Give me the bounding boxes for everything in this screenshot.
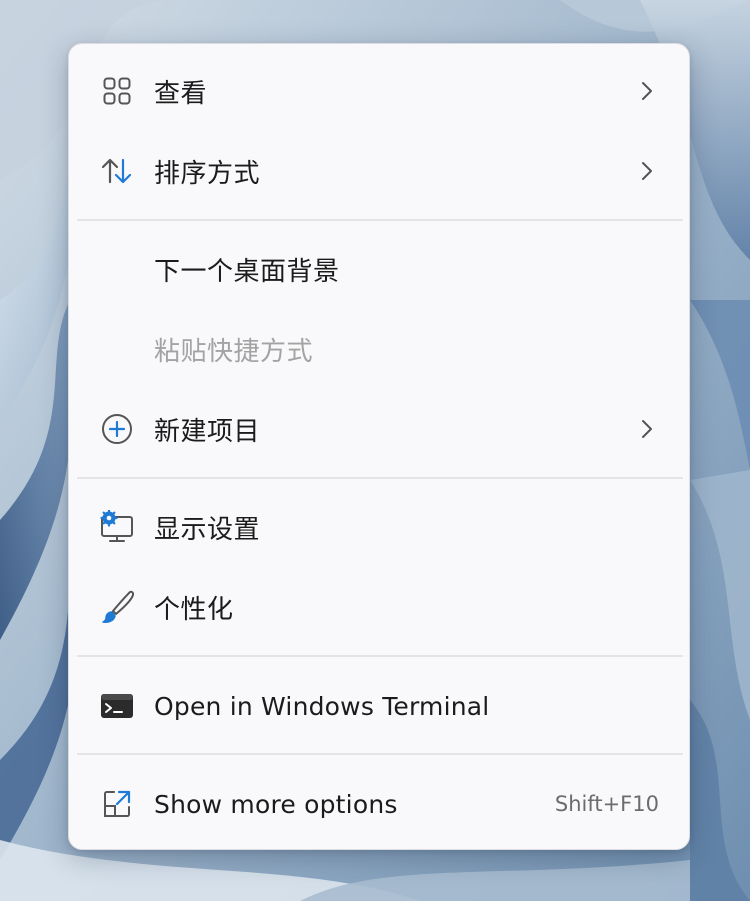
menu-item-new-label: 新建项目 [154,416,261,447]
sort-arrows-icon [97,151,137,191]
menu-item-personalize[interactable]: 个性化 [69,572,689,642]
menu-item-next-desktop-background[interactable]: 下一个桌面背景 [69,234,689,304]
terminal-icon [97,686,137,726]
menu-separator [77,753,683,755]
desktop-context-menu: 查看 排序方式 下一个桌面背景 粘贴快捷方式 新建项目 显示设置 个性化 Ope… [68,43,690,850]
menu-separator [77,655,683,657]
menu-item-display-settings[interactable]: 显示设置 [69,492,689,562]
menu-item-next-background-label: 下一个桌面背景 [154,256,340,287]
menu-item-open-in-terminal-label: Open in Windows Terminal [154,691,490,721]
menu-item-view[interactable]: 查看 [69,56,689,126]
menu-item-new[interactable]: 新建项目 [69,394,689,464]
menu-item-view-label: 查看 [154,78,208,109]
menu-separator [77,477,683,479]
add-circle-icon [97,409,137,449]
menu-item-paste-shortcut: 粘贴快捷方式 [69,314,689,384]
menu-item-show-more-options-label: Show more options [154,789,398,819]
display-settings-icon [97,507,137,547]
grid-view-icon [97,71,137,111]
chevron-right-icon [635,79,659,103]
open-external-icon [97,784,137,824]
menu-item-sort-by[interactable]: 排序方式 [69,136,689,206]
menu-item-show-more-options[interactable]: Show more options Shift+F10 [69,769,689,839]
chevron-right-icon [635,159,659,183]
menu-item-display-settings-label: 显示设置 [154,514,261,545]
menu-separator [77,219,683,221]
menu-item-paste-shortcut-label: 粘贴快捷方式 [154,336,314,367]
paintbrush-icon [97,587,137,627]
chevron-right-icon [635,417,659,441]
shortcut-hint: Shift+F10 [554,792,659,816]
menu-item-open-in-terminal[interactable]: Open in Windows Terminal [69,671,689,741]
menu-item-personalize-label: 个性化 [154,594,234,625]
menu-item-sort-by-label: 排序方式 [154,158,261,189]
